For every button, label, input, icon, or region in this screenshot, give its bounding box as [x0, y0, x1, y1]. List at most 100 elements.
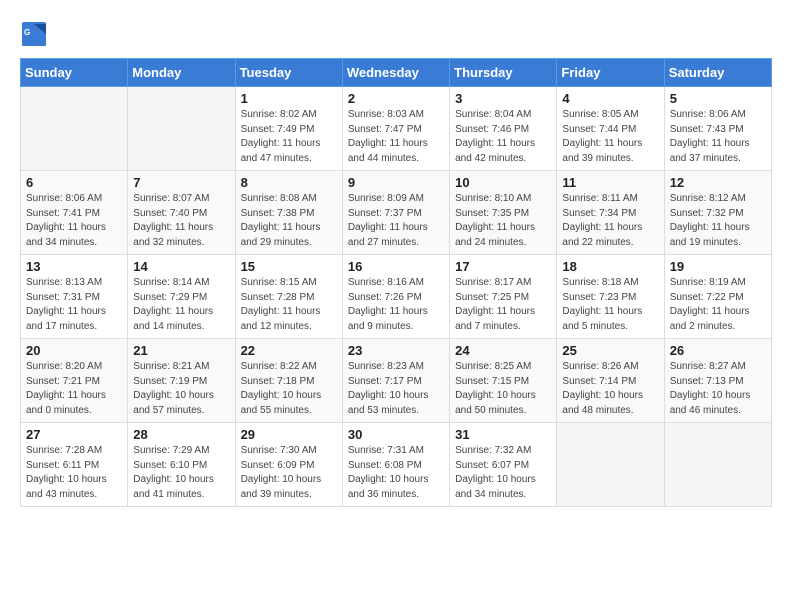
header: G	[20, 20, 772, 48]
day-info: Sunrise: 8:06 AM Sunset: 7:43 PM Dayligh…	[670, 108, 766, 166]
calendar-day-header: Tuesday	[235, 59, 342, 87]
day-number: 27	[26, 427, 122, 442]
day-info: Sunrise: 8:12 AM Sunset: 7:32 PM Dayligh…	[670, 192, 766, 250]
calendar-day-header: Sunday	[21, 59, 128, 87]
calendar-cell	[128, 87, 235, 171]
day-info: Sunrise: 7:31 AM Sunset: 6:08 PM Dayligh…	[348, 444, 444, 502]
day-number: 14	[133, 259, 229, 274]
day-info: Sunrise: 8:09 AM Sunset: 7:37 PM Dayligh…	[348, 192, 444, 250]
calendar-week-row: 20 Sunrise: 8:20 AM Sunset: 7:21 PM Dayli…	[21, 339, 772, 423]
day-number: 30	[348, 427, 444, 442]
calendar-table: SundayMondayTuesdayWednesdayThursdayFrid…	[20, 58, 772, 507]
day-info: Sunrise: 8:03 AM Sunset: 7:47 PM Dayligh…	[348, 108, 444, 166]
logo: G	[20, 20, 50, 48]
calendar-cell: 23 Sunrise: 8:23 AM Sunset: 7:17 PM Dayli…	[342, 339, 449, 423]
calendar-cell: 8 Sunrise: 8:08 AM Sunset: 7:38 PM Daylig…	[235, 171, 342, 255]
calendar-cell: 10 Sunrise: 8:10 AM Sunset: 7:35 PM Dayli…	[450, 171, 557, 255]
day-number: 28	[133, 427, 229, 442]
calendar-cell: 3Sunrise: 8:04 AM Sunset: 7:46 PM Daylig…	[450, 87, 557, 171]
calendar-week-row: 6Sunrise: 8:06 AM Sunset: 7:41 PM Daylig…	[21, 171, 772, 255]
day-info: Sunrise: 8:08 AM Sunset: 7:38 PM Dayligh…	[241, 192, 337, 250]
day-info: Sunrise: 8:15 AM Sunset: 7:28 PM Dayligh…	[241, 276, 337, 334]
calendar-cell: 4Sunrise: 8:05 AM Sunset: 7:44 PM Daylig…	[557, 87, 664, 171]
day-info: Sunrise: 8:14 AM Sunset: 7:29 PM Dayligh…	[133, 276, 229, 334]
day-number: 15	[241, 259, 337, 274]
calendar-cell	[21, 87, 128, 171]
day-info: Sunrise: 7:28 AM Sunset: 6:11 PM Dayligh…	[26, 444, 122, 502]
calendar-cell: 16 Sunrise: 8:16 AM Sunset: 7:26 PM Dayli…	[342, 255, 449, 339]
day-number: 25	[562, 343, 658, 358]
day-number: 8	[241, 175, 337, 190]
calendar-cell: 15 Sunrise: 8:15 AM Sunset: 7:28 PM Dayli…	[235, 255, 342, 339]
day-number: 3	[455, 91, 551, 106]
day-number: 2	[348, 91, 444, 106]
calendar-cell: 31 Sunrise: 7:32 AM Sunset: 6:07 PM Dayli…	[450, 423, 557, 507]
calendar-cell: 11Sunrise: 8:11 AM Sunset: 7:34 PM Dayli…	[557, 171, 664, 255]
day-number: 20	[26, 343, 122, 358]
day-info: Sunrise: 8:16 AM Sunset: 7:26 PM Dayligh…	[348, 276, 444, 334]
calendar-cell: 20 Sunrise: 8:20 AM Sunset: 7:21 PM Dayli…	[21, 339, 128, 423]
day-info: Sunrise: 8:13 AM Sunset: 7:31 PM Dayligh…	[26, 276, 122, 334]
calendar-cell: 13 Sunrise: 8:13 AM Sunset: 7:31 PM Dayli…	[21, 255, 128, 339]
day-number: 16	[348, 259, 444, 274]
day-number: 1	[241, 91, 337, 106]
calendar-cell	[664, 423, 771, 507]
calendar-cell: 17 Sunrise: 8:17 AM Sunset: 7:25 PM Dayli…	[450, 255, 557, 339]
day-number: 17	[455, 259, 551, 274]
calendar-cell: 27 Sunrise: 7:28 AM Sunset: 6:11 PM Dayli…	[21, 423, 128, 507]
day-number: 26	[670, 343, 766, 358]
day-number: 13	[26, 259, 122, 274]
calendar-cell: 21Sunrise: 8:21 AM Sunset: 7:19 PM Dayli…	[128, 339, 235, 423]
day-number: 7	[133, 175, 229, 190]
day-info: Sunrise: 8:11 AM Sunset: 7:34 PM Dayligh…	[562, 192, 658, 250]
day-info: Sunrise: 8:20 AM Sunset: 7:21 PM Dayligh…	[26, 360, 122, 418]
day-info: Sunrise: 8:07 AM Sunset: 7:40 PM Dayligh…	[133, 192, 229, 250]
calendar-cell: 28 Sunrise: 7:29 AM Sunset: 6:10 PM Dayli…	[128, 423, 235, 507]
day-number: 9	[348, 175, 444, 190]
svg-text:G: G	[24, 28, 30, 37]
day-number: 10	[455, 175, 551, 190]
day-number: 29	[241, 427, 337, 442]
calendar-week-row: 27 Sunrise: 7:28 AM Sunset: 6:11 PM Dayli…	[21, 423, 772, 507]
day-info: Sunrise: 8:18 AM Sunset: 7:23 PM Dayligh…	[562, 276, 658, 334]
calendar-cell: 24 Sunrise: 8:25 AM Sunset: 7:15 PM Dayli…	[450, 339, 557, 423]
day-info: Sunrise: 8:06 AM Sunset: 7:41 PM Dayligh…	[26, 192, 122, 250]
day-number: 5	[670, 91, 766, 106]
day-info: Sunrise: 8:23 AM Sunset: 7:17 PM Dayligh…	[348, 360, 444, 418]
day-info: Sunrise: 7:29 AM Sunset: 6:10 PM Dayligh…	[133, 444, 229, 502]
day-number: 19	[670, 259, 766, 274]
day-info: Sunrise: 8:22 AM Sunset: 7:18 PM Dayligh…	[241, 360, 337, 418]
day-info: Sunrise: 8:10 AM Sunset: 7:35 PM Dayligh…	[455, 192, 551, 250]
day-number: 22	[241, 343, 337, 358]
calendar-cell: 2 Sunrise: 8:03 AM Sunset: 7:47 PM Daylig…	[342, 87, 449, 171]
day-info: Sunrise: 8:19 AM Sunset: 7:22 PM Dayligh…	[670, 276, 766, 334]
calendar-day-header: Thursday	[450, 59, 557, 87]
page: G SundayMondayTuesdayWednesdayThursdayFr…	[0, 0, 792, 517]
calendar-day-header: Saturday	[664, 59, 771, 87]
day-number: 12	[670, 175, 766, 190]
calendar-cell: 12 Sunrise: 8:12 AM Sunset: 7:32 PM Dayli…	[664, 171, 771, 255]
day-info: Sunrise: 8:25 AM Sunset: 7:15 PM Dayligh…	[455, 360, 551, 418]
calendar-cell: 19 Sunrise: 8:19 AM Sunset: 7:22 PM Dayli…	[664, 255, 771, 339]
day-info: Sunrise: 8:02 AM Sunset: 7:49 PM Dayligh…	[241, 108, 337, 166]
logo-icon: G	[20, 20, 48, 48]
day-info: Sunrise: 8:17 AM Sunset: 7:25 PM Dayligh…	[455, 276, 551, 334]
day-info: Sunrise: 8:27 AM Sunset: 7:13 PM Dayligh…	[670, 360, 766, 418]
day-info: Sunrise: 7:30 AM Sunset: 6:09 PM Dayligh…	[241, 444, 337, 502]
calendar-day-header: Monday	[128, 59, 235, 87]
calendar-header-row: SundayMondayTuesdayWednesdayThursdayFrid…	[21, 59, 772, 87]
calendar-cell: 29 Sunrise: 7:30 AM Sunset: 6:09 PM Dayli…	[235, 423, 342, 507]
day-info: Sunrise: 7:32 AM Sunset: 6:07 PM Dayligh…	[455, 444, 551, 502]
day-number: 24	[455, 343, 551, 358]
day-info: Sunrise: 8:26 AM Sunset: 7:14 PM Dayligh…	[562, 360, 658, 418]
calendar-cell: 18Sunrise: 8:18 AM Sunset: 7:23 PM Dayli…	[557, 255, 664, 339]
day-number: 21	[133, 343, 229, 358]
calendar-cell: 9 Sunrise: 8:09 AM Sunset: 7:37 PM Daylig…	[342, 171, 449, 255]
day-number: 23	[348, 343, 444, 358]
calendar-cell: 7 Sunrise: 8:07 AM Sunset: 7:40 PM Daylig…	[128, 171, 235, 255]
day-number: 31	[455, 427, 551, 442]
calendar-cell: 14 Sunrise: 8:14 AM Sunset: 7:29 PM Dayli…	[128, 255, 235, 339]
calendar-cell: 25 Sunrise: 8:26 AM Sunset: 7:14 PM Dayli…	[557, 339, 664, 423]
calendar-cell: 1 Sunrise: 8:02 AM Sunset: 7:49 PM Daylig…	[235, 87, 342, 171]
day-number: 4	[562, 91, 658, 106]
